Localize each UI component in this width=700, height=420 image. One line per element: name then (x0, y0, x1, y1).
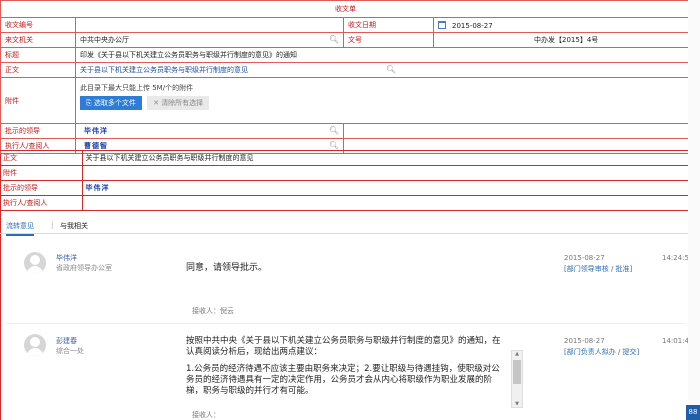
doc-no-label: 收文编号 (0, 17, 76, 33)
leader-field[interactable]: 毕伟洋 🔍︎ (75, 123, 344, 139)
clear-selection-label: 清除所有选择 (161, 99, 204, 107)
opinion-action-link[interactable]: [部门领导审核 / 批准] (564, 264, 632, 274)
opinion-scrollbar[interactable]: ▲ ▼ (511, 350, 523, 408)
search-icon[interactable]: 🔍︎ (386, 65, 396, 74)
date-value: 2015-08-27 (452, 21, 493, 30)
search-icon[interactable]: 🔍︎ (329, 141, 339, 150)
from-org-label: 来文机关 (0, 32, 76, 48)
opinion-text-2: 1.公务员的经济待遇不应该主要由职务来决定；2.要让职级与待遇挂钩，使职级对公务… (186, 364, 500, 396)
form-title: 收文单 (0, 0, 691, 18)
clear-selection-button[interactable]: ✕ 清除所有选择 (147, 96, 210, 110)
summary-executor-value (82, 195, 700, 211)
scroll-thumb[interactable] (513, 360, 521, 384)
wenhao-label: 文号 (343, 32, 434, 48)
wenhao-field[interactable]: 中办发【2015】4号 (433, 32, 691, 48)
opinion-tabs: 流转意见 | 与我相关 (0, 218, 700, 236)
receive-form-table: 收文单 收文编号 收文日期 2015-08-27 来文机关 中共中央办公厅 🔍︎… (0, 0, 691, 154)
body-label: 正文 (0, 62, 76, 78)
date-label: 收文日期 (343, 17, 434, 33)
tab-separator: | (51, 221, 54, 229)
subject-field[interactable]: 印发《关于县以下机关建立公务员职务与职级并行制度的意见》的通知 (75, 47, 691, 63)
opinion-dept: 综合一处 (56, 347, 84, 355)
executor-value: 曹德智 (84, 142, 108, 150)
attach-field: 此目录下最大只能上传 5M/个的附件 ⎘ 选取多个文件 ✕ 清除所有选择 (75, 77, 691, 124)
opinion-date: 2015-08-27 (564, 254, 605, 262)
opinion-action-link[interactable]: [部门负责人拟办 / 提交] (564, 347, 639, 357)
opinion-date: 2015-08-27 (564, 337, 605, 345)
summary-body-value: 关于县以下机关建立公务员职务与职级并行制度的意见 (82, 150, 700, 166)
select-files-label: 选取多个文件 (93, 99, 136, 107)
attach-label: 附件 (0, 77, 76, 124)
attach-tip: 此目录下最大只能上传 5M/个的附件 (80, 84, 194, 92)
close-icon: ✕ (153, 99, 159, 107)
doc-no-field[interactable] (75, 17, 344, 33)
summary-table: 正文 关于县以下机关建立公务员职务与职级并行制度的意见 附件 批示的领导 毕伟洋… (0, 150, 700, 211)
calendar-icon[interactable] (438, 20, 446, 29)
scroll-up-arrow[interactable]: ▲ (512, 351, 522, 357)
leader-label: 批示的领导 (0, 123, 76, 139)
corner-badge[interactable]: 88 (686, 405, 700, 420)
leader-value: 毕伟洋 (84, 127, 108, 135)
tab-related[interactable]: 与我相关 (60, 221, 88, 231)
opinion-recipients: 接收人：倪云 (192, 307, 234, 315)
opinion-text: 按照中共中央《关于县以下机关建立公务员职务与职级并行制度的意见》的通知，在认真阅… (186, 336, 501, 357)
summary-body-label: 正文 (0, 150, 83, 166)
summary-leader-value: 毕伟洋 (85, 184, 110, 192)
opinion-item: 毕伟洋 省政府领导办公室 同意，请领导批示。 接收人：倪云 2015-08-27… (6, 242, 693, 324)
page-scrollbar[interactable] (688, 0, 700, 420)
date-field[interactable]: 2015-08-27 (433, 17, 691, 33)
summary-leader-cell: 毕伟洋 (82, 180, 700, 196)
opinion-dept: 省政府领导办公室 (56, 264, 112, 272)
search-icon[interactable]: 🔍︎ (329, 35, 339, 44)
avatar (24, 252, 46, 274)
leader-field-blank (343, 123, 691, 139)
from-org-value: 中共中央办公厅 (80, 36, 129, 44)
summary-attach-value (82, 165, 700, 181)
body-value[interactable]: 关于县以下机关建立公务员职务与职级并行制度的意见 (80, 66, 248, 74)
avatar (24, 334, 46, 356)
opinion-recipients: 接收人： (192, 411, 220, 419)
summary-attach-label: 附件 (0, 165, 83, 181)
summary-executor-label: 执行人/查阅人 (0, 195, 83, 211)
summary-leader-label: 批示的领导 (0, 180, 83, 196)
subject-label: 标题 (0, 47, 76, 63)
upload-icon: ⎘ (86, 99, 92, 107)
opinion-author[interactable]: 毕伟洋 (56, 253, 77, 263)
opinion-item: 彭建春 综合一处 按照中共中央《关于县以下机关建立公务员职务与职级并行制度的意见… (6, 328, 693, 420)
select-files-button[interactable]: ⎘ 选取多个文件 (80, 96, 142, 110)
body-field[interactable]: 关于县以下机关建立公务员职务与职级并行制度的意见 🔍︎ (75, 62, 691, 78)
search-icon[interactable]: 🔍︎ (329, 126, 339, 135)
opinion-author[interactable]: 彭建春 (56, 336, 77, 346)
opinion-text: 同意，请领导批示。 (186, 263, 268, 273)
tab-opinions[interactable]: 流转意见 (6, 221, 34, 236)
scroll-down-arrow[interactable]: ▼ (512, 401, 522, 407)
from-org-field[interactable]: 中共中央办公厅 🔍︎ (75, 32, 344, 48)
